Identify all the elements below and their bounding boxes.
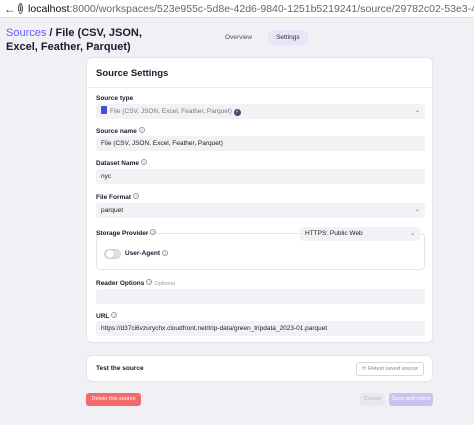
chevron-down-icon: ⌄ [414, 108, 420, 114]
source-name-label: Source name? [96, 127, 145, 135]
help-icon: ? [162, 250, 169, 256]
url-label: URL? [96, 312, 118, 320]
source-settings-card: Source Settings Source type File (CSV, J… [86, 57, 433, 343]
save-and-retest-button[interactable]: Save and retest [389, 393, 433, 406]
tab-bar: Overview Settings [217, 30, 308, 45]
check-badge-icon: ✓ [233, 109, 241, 116]
cancel-button[interactable]: Cancel [360, 393, 385, 406]
dataset-name-label: Dataset Name? [96, 159, 147, 167]
url-input[interactable]: https://d37ci6vzurychx.cloudfront.net/tr… [96, 321, 425, 336]
delete-source-button[interactable]: Delete this source [86, 393, 141, 406]
card-title: Source Settings [96, 68, 169, 79]
user-agent-label: User-Agent? [125, 250, 169, 257]
help-icon: ? [141, 159, 147, 165]
chevron-down-icon: ⌄ [409, 231, 415, 237]
source-type-label: Source type [96, 95, 134, 102]
optional-tag: Optional [154, 281, 175, 287]
url-text[interactable]: localhost:8000/workspaces/523e955c-5d8e-… [28, 3, 474, 15]
back-arrow-icon[interactable]: ← [4, 2, 16, 16]
storage-provider-label: Storage Provider? [96, 229, 157, 237]
storage-provider-select[interactable]: HTTPS: Public Web ⌄ [300, 227, 420, 241]
dataset-name-input[interactable]: nyc [96, 169, 425, 184]
source-name-input[interactable]: File (CSV, JSON, Excel, Feather, Parquet… [96, 136, 425, 151]
file-icon [101, 106, 107, 114]
help-icon: ? [111, 312, 118, 318]
card-divider [87, 87, 432, 88]
test-source-label: Test the source [96, 365, 144, 372]
help-icon: ? [146, 279, 153, 285]
user-agent-toggle[interactable] [104, 249, 121, 259]
breadcrumb-sources-link[interactable]: Sources [6, 27, 46, 39]
breadcrumb-separator: / [46, 27, 56, 39]
test-source-card: Test the source ⟳ Retest saved source [86, 355, 433, 382]
reader-options-label: Reader Options? Optional [96, 279, 175, 287]
help-icon: ? [150, 229, 157, 235]
retest-saved-source-button[interactable]: ⟳ Retest saved source [356, 362, 424, 376]
browser-address-bar[interactable]: ← i localhost:8000/workspaces/523e955c-5… [0, 0, 474, 18]
file-format-select[interactable]: parquet ⌄ [96, 203, 425, 218]
tab-overview[interactable]: Overview [217, 30, 260, 45]
tab-settings[interactable]: Settings [268, 30, 308, 45]
site-info-icon[interactable]: i [18, 3, 24, 14]
reader-options-input[interactable] [96, 289, 425, 304]
breadcrumb: Sources / File (CSV, JSON, Excel, Feathe… [6, 26, 171, 54]
help-icon: ? [138, 127, 145, 133]
source-type-select[interactable]: File (CSV, JSON, Excel, Feather, Parquet… [96, 104, 425, 119]
chevron-down-icon: ⌄ [414, 207, 420, 213]
help-icon: ? [133, 193, 140, 199]
toggle-knob [106, 250, 114, 258]
file-format-label: File Format? [96, 193, 140, 201]
